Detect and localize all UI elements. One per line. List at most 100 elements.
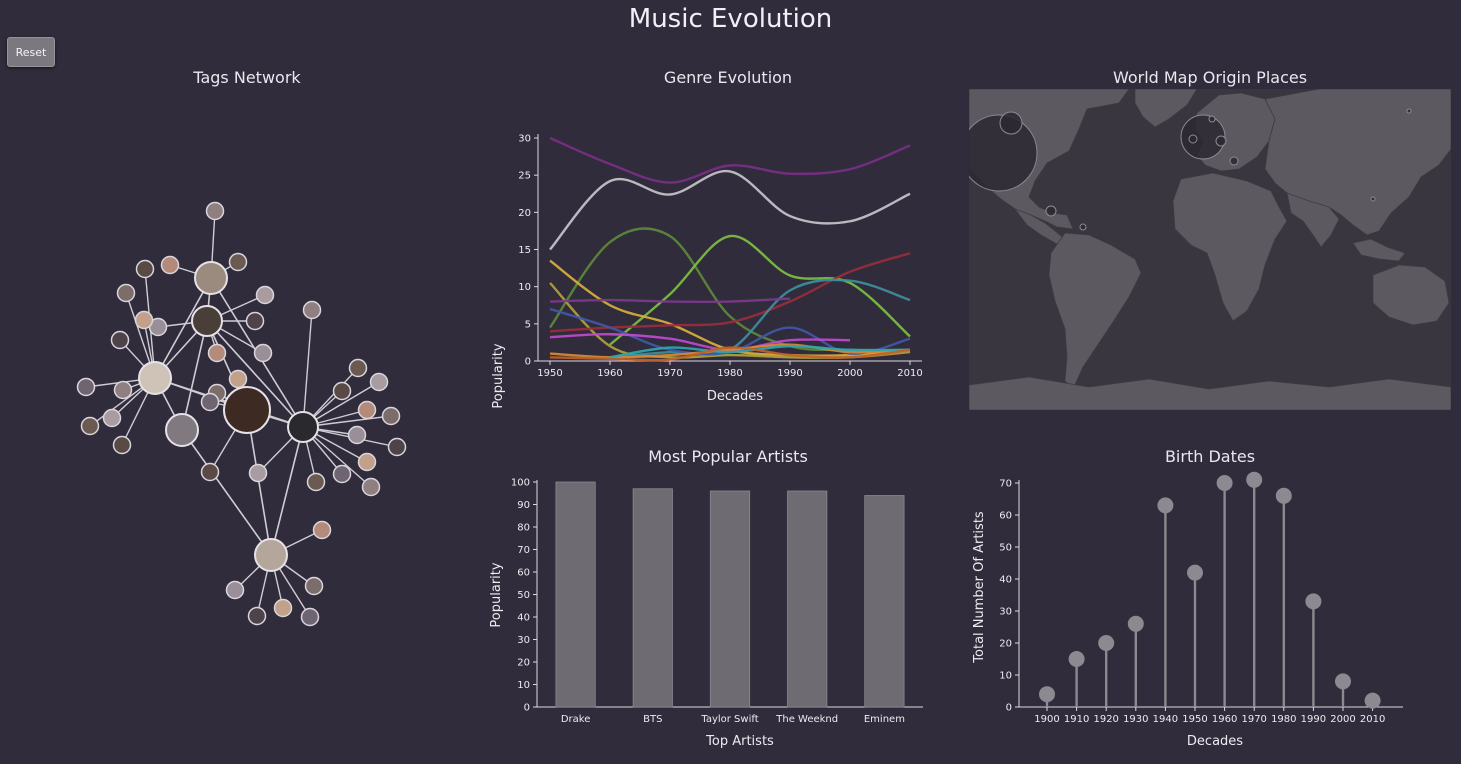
artist-label-0: Drake — [561, 714, 591, 725]
network-edge — [302, 309, 313, 428]
network-node[interactable] — [253, 343, 273, 363]
artists-ylabel: Popularity — [489, 562, 504, 627]
genre-series-line-8 — [549, 297, 791, 304]
network-title: Tags Network — [193, 68, 301, 87]
birth-dot-2 — [1098, 635, 1115, 651]
birth-y-tick: 10 — [999, 671, 1012, 682]
network-node[interactable] — [387, 437, 407, 457]
bubble-caribbean — [1079, 223, 1087, 231]
network-node[interactable] — [200, 462, 220, 482]
network-hub-node[interactable] — [194, 261, 228, 295]
birth-x-tick-2: 1920 — [1093, 714, 1118, 725]
genre-title: Genre Evolution — [663, 68, 793, 87]
genre-series-line-1 — [549, 170, 911, 251]
genre-x-tick: 2010 — [897, 368, 922, 379]
genre-y-tick: 20 — [518, 208, 531, 219]
network-node[interactable] — [248, 463, 268, 483]
bubble-asia — [1406, 108, 1412, 114]
network-node[interactable] — [332, 381, 352, 401]
network-node[interactable] — [110, 330, 130, 350]
bubble-jamaica — [1045, 205, 1057, 217]
network-node[interactable] — [247, 606, 267, 626]
birth-y-tick: 0 — [1006, 703, 1012, 714]
network-node[interactable] — [207, 343, 227, 363]
network-node[interactable] — [113, 380, 133, 400]
birth-x-tick-0: 1900 — [1034, 714, 1059, 725]
genre-y-tick: 10 — [518, 282, 531, 293]
birth-x-tick-5: 1950 — [1182, 714, 1207, 725]
birth-dot-8 — [1275, 487, 1292, 504]
tags-network[interactable] — [60, 190, 430, 640]
birth-dot-3 — [1127, 615, 1144, 632]
birth-y-tick: 60 — [999, 511, 1012, 522]
network-node[interactable] — [245, 311, 265, 331]
artists-y-tick: 0 — [524, 703, 530, 714]
network-node[interactable] — [228, 252, 248, 272]
reset-button[interactable]: Reset — [7, 37, 55, 67]
network-node[interactable] — [80, 416, 100, 436]
genre-evolution-chart: 0 5 10 15 20 25 30 1950 1960 1970 1980 1990 2000 2010… — [491, 134, 923, 409]
artists-y-tick: 60 — [517, 568, 530, 579]
network-hub-node[interactable] — [223, 386, 271, 434]
birth-x-tick-10: 2000 — [1330, 714, 1355, 725]
genre-y-tick: 15 — [518, 245, 531, 256]
network-edge — [181, 429, 272, 556]
genre-axes: 0 5 10 15 20 25 30 1950 1960 1970 1980 1990 2000 2010 — [518, 134, 922, 380]
network-nodes[interactable] — [76, 201, 407, 627]
genre-series-line-6 — [549, 252, 911, 333]
network-node[interactable] — [300, 607, 320, 627]
network-hub-node[interactable] — [165, 413, 199, 447]
birth-dot-5 — [1187, 564, 1203, 581]
artist-bar-2 — [709, 490, 751, 708]
network-node[interactable] — [381, 406, 401, 426]
network-node[interactable] — [76, 377, 96, 397]
network-node[interactable] — [200, 392, 220, 412]
network-node[interactable] — [304, 576, 324, 596]
network-node[interactable] — [228, 369, 248, 389]
birth-x-tick-6: 1960 — [1212, 714, 1237, 725]
network-node[interactable] — [135, 259, 155, 279]
birth-dates-chart: 0 10 20 30 40 50 60 70 1900 1910 1920 1930 1940 1950 1… — [972, 471, 1403, 749]
artists-y-tick: 90 — [517, 500, 530, 511]
network-node[interactable] — [369, 372, 389, 392]
genre-x-tick: 1950 — [537, 368, 562, 379]
genre-series-line-3 — [609, 234, 911, 346]
birth-x-tick-9: 1990 — [1301, 714, 1326, 725]
network-node[interactable] — [312, 520, 332, 540]
network-hub-node[interactable] — [191, 305, 223, 337]
bubble-europe-3 — [1229, 156, 1239, 166]
network-hub-node[interactable] — [254, 538, 288, 572]
network-node[interactable] — [225, 580, 245, 600]
network-node[interactable] — [302, 300, 322, 320]
network-node[interactable] — [332, 464, 352, 484]
network-node[interactable] — [134, 310, 154, 330]
birth-dot-10 — [1335, 673, 1351, 690]
genre-x-tick: 1960 — [597, 368, 622, 379]
birth-dot-7 — [1246, 471, 1263, 488]
network-node[interactable] — [102, 408, 122, 428]
genre-ylabel: Popularity — [491, 343, 506, 408]
world-map[interactable] — [969, 89, 1451, 410]
birth-dot-0 — [1039, 686, 1055, 703]
network-node[interactable] — [347, 425, 367, 445]
genre-y-tick: 5 — [525, 319, 531, 330]
network-node[interactable] — [116, 283, 136, 303]
network-node[interactable] — [348, 358, 368, 378]
network-node[interactable] — [205, 201, 225, 221]
network-node[interactable] — [361, 477, 381, 497]
network-node[interactable] — [273, 598, 293, 618]
network-node[interactable] — [160, 255, 180, 275]
artist-bar-4 — [864, 495, 905, 708]
network-node[interactable] — [112, 435, 132, 455]
network-node[interactable] — [357, 400, 377, 420]
genre-x-tick: 1970 — [657, 368, 682, 379]
bubble-europe-2 — [1215, 135, 1227, 147]
network-node[interactable] — [306, 472, 326, 492]
birth-x-tick-7: 1970 — [1241, 714, 1266, 725]
network-node[interactable] — [357, 452, 377, 472]
network-hub-node[interactable] — [138, 361, 172, 395]
network-hub-node[interactable] — [287, 411, 319, 443]
bubble-korea — [1370, 196, 1376, 202]
network-node[interactable] — [255, 285, 275, 305]
artist-bar-1 — [632, 488, 673, 708]
